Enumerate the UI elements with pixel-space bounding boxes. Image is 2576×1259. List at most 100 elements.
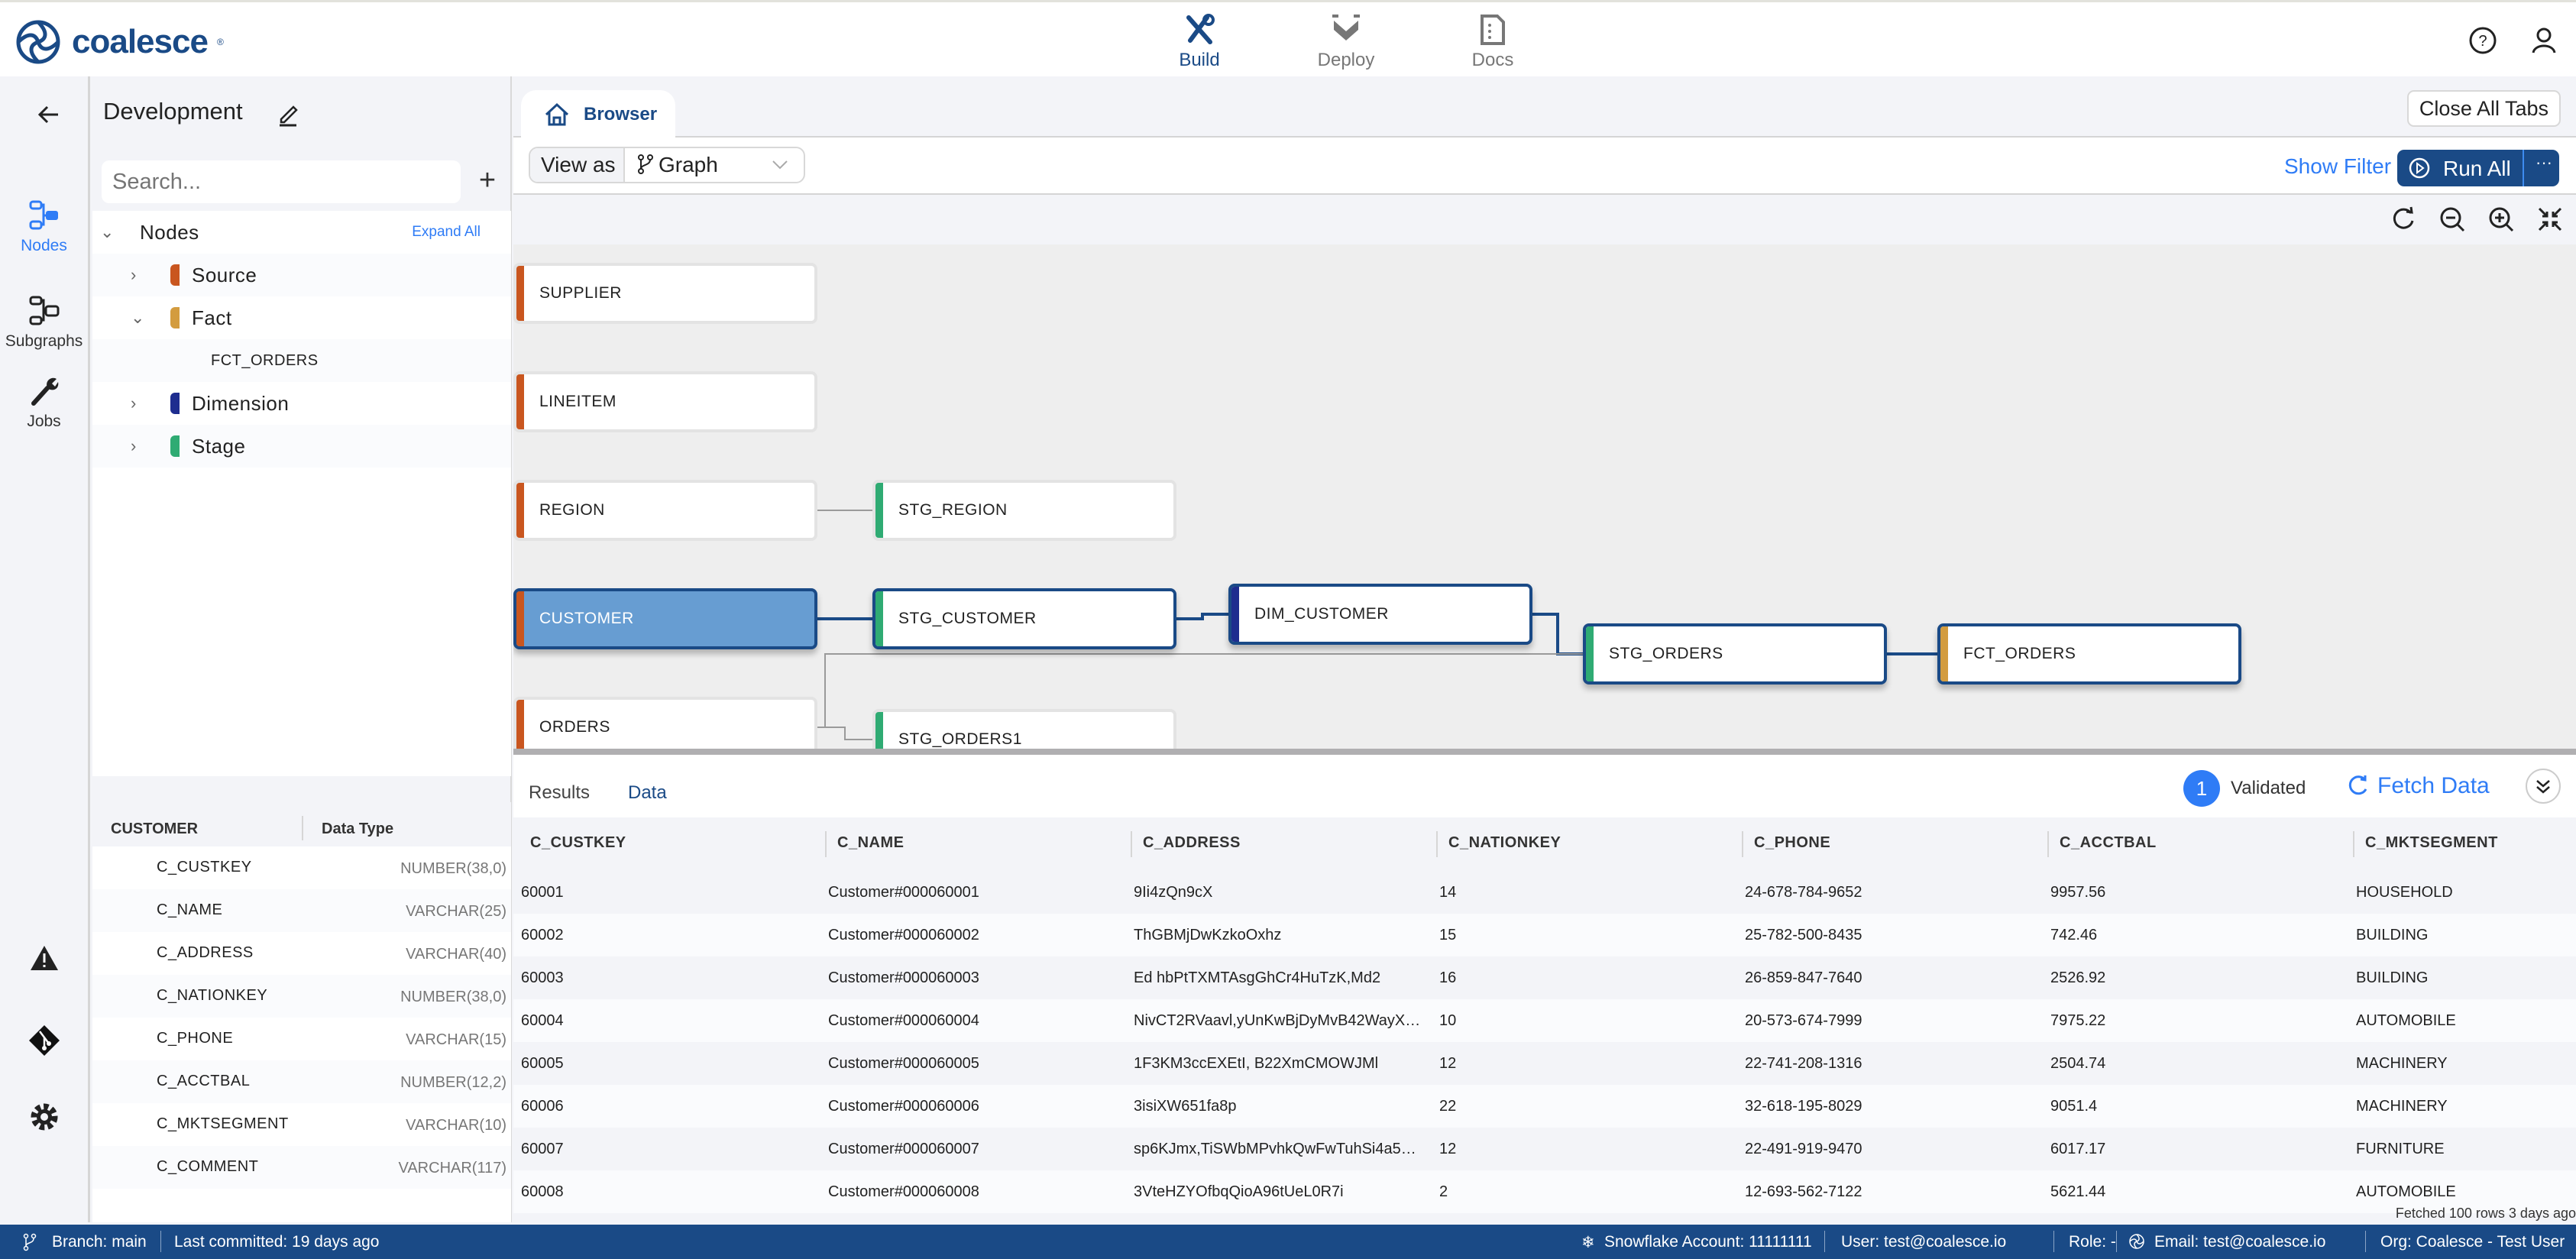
- tree-group-source[interactable]: › Source: [92, 254, 511, 296]
- column-row[interactable]: C_NATIONKEY NUMBER(38,0): [92, 975, 511, 1018]
- tree-group-label: Source: [192, 263, 257, 286]
- graph-node-supplier[interactable]: SUPPLIER: [513, 263, 817, 324]
- tree-root-nodes[interactable]: ⌄ Nodes Expand All: [92, 211, 511, 254]
- column-header[interactable]: C_MKTSEGMENT: [2365, 834, 2498, 852]
- refresh-icon[interactable]: [2388, 204, 2419, 235]
- column-resize-handle[interactable]: [825, 831, 827, 857]
- back-arrow-icon[interactable]: [34, 99, 64, 130]
- column-row[interactable]: C_ACCTBAL NUMBER(12,2): [92, 1060, 511, 1103]
- table-row[interactable]: 60008 Customer#000060008 3VteHZYOfbqQioA96…: [513, 1170, 2576, 1213]
- graph-node-lineitem[interactable]: LINEITEM: [513, 371, 817, 432]
- nav-tab-docs[interactable]: Docs: [1439, 13, 1546, 71]
- branch-status[interactable]: Branch: main: [52, 1233, 147, 1251]
- status-divider: [160, 1231, 161, 1252]
- column-row[interactable]: C_ADDRESS VARCHAR(40): [92, 932, 511, 975]
- edit-pencil-icon[interactable]: [275, 101, 301, 127]
- fetch-data-button[interactable]: Fetch Data: [2347, 773, 2490, 799]
- column-header[interactable]: C_NATIONKEY: [1448, 834, 1561, 852]
- node-type-color-swatch: [170, 264, 180, 286]
- chevron-right-icon[interactable]: ›: [131, 436, 136, 456]
- chevron-right-icon[interactable]: ›: [131, 393, 136, 413]
- coalesce-logo-icon: [16, 20, 60, 64]
- fit-view-icon[interactable]: [2535, 204, 2565, 235]
- column-divider[interactable]: [302, 816, 303, 840]
- column-header[interactable]: C_ACCTBAL: [2060, 834, 2157, 852]
- table-row[interactable]: 60001 Customer#000060001 9Ii4zQn9cX 14 24-67…: [513, 871, 2576, 914]
- tree-node-fct-orders[interactable]: FCT_ORDERS: [92, 339, 511, 382]
- table-row[interactable]: 60004 Customer#000060004 NivCT2RVaavl,yUnK…: [513, 999, 2576, 1042]
- graph-node-customer[interactable]: CUSTOMER: [513, 588, 817, 649]
- tab-browser[interactable]: Browser: [521, 90, 675, 139]
- close-all-tabs-button[interactable]: Close All Tabs: [2406, 90, 2561, 127]
- column-row[interactable]: C_MKTSEGMENT VARCHAR(10): [92, 1103, 511, 1146]
- view-as-value[interactable]: Graph: [625, 148, 804, 182]
- tree-group-stage[interactable]: › Stage: [92, 425, 511, 468]
- graph-canvas[interactable]: SUPPLIER LINEITEM REGION CUSTOMER ORDERS STG_…: [513, 244, 2576, 749]
- column-row[interactable]: C_COMMENT VARCHAR(117): [92, 1146, 511, 1189]
- table-cell: 12-693-562-7122: [1745, 1183, 1862, 1200]
- table-row[interactable]: 60003 Customer#000060003 Ed hbPtTXMTAsgGhC…: [513, 956, 2576, 999]
- table-row[interactable]: 60005 Customer#000060005 1F3KM3ccEXEtI, B2…: [513, 1042, 2576, 1085]
- expand-all-link[interactable]: Expand All: [412, 224, 481, 241]
- help-icon[interactable]: ?: [2468, 25, 2498, 56]
- column-header[interactable]: C_CUSTKEY: [530, 834, 626, 852]
- rail-item-jobs[interactable]: Jobs: [0, 374, 88, 431]
- graph-node-orders[interactable]: ORDERS: [513, 697, 817, 749]
- table-cell: 24-678-784-9652: [1745, 884, 1862, 901]
- git-icon[interactable]: [28, 1024, 61, 1057]
- run-all-label: Run All: [2443, 157, 2511, 180]
- column-name: C_ACCTBAL: [157, 1073, 251, 1089]
- zoom-in-icon[interactable]: [2486, 204, 2516, 235]
- column-header[interactable]: C_PHONE: [1754, 834, 1830, 852]
- chevron-right-icon[interactable]: ›: [131, 265, 136, 285]
- add-node-button[interactable]: +: [474, 164, 501, 197]
- tree-group-fact[interactable]: ⌄ Fact: [92, 296, 511, 339]
- column-resize-handle[interactable]: [1436, 831, 1438, 857]
- column-row[interactable]: C_CUSTKEY NUMBER(38,0): [92, 846, 511, 889]
- coalesce-logo[interactable]: coalesce ®: [14, 18, 224, 66]
- column-header[interactable]: C_NAME: [837, 834, 904, 852]
- graph-node-stg-orders[interactable]: STG_ORDERS: [1583, 623, 1887, 685]
- column-resize-handle[interactable]: [1742, 831, 1743, 857]
- rail-item-subgraphs[interactable]: Subgraphs: [0, 294, 88, 351]
- run-options-button[interactable]: ···: [2529, 153, 2559, 173]
- column-row[interactable]: C_NAME VARCHAR(25): [92, 889, 511, 932]
- graph-node-stg-customer[interactable]: STG_CUSTOMER: [872, 588, 1176, 649]
- column-resize-handle[interactable]: [2047, 831, 2049, 857]
- graph-node-dim-customer[interactable]: DIM_CUSTOMER: [1228, 584, 1532, 645]
- search-input[interactable]: [102, 160, 461, 203]
- panel-resize-handle[interactable]: [513, 749, 2576, 755]
- view-as-select[interactable]: View as Graph: [529, 147, 805, 183]
- tree-group-dimension[interactable]: › Dimension: [92, 382, 511, 425]
- settings-icon[interactable]: [28, 1100, 61, 1134]
- column-row[interactable]: C_PHONE VARCHAR(15): [92, 1018, 511, 1060]
- rail-item-nodes[interactable]: Nodes: [0, 199, 88, 255]
- graph-node-label: SUPPLIER: [539, 284, 622, 302]
- graph-node-fct-orders[interactable]: FCT_ORDERS: [1937, 623, 2241, 685]
- graph-node-stg-orders1[interactable]: STG_ORDERS1: [872, 709, 1176, 749]
- nav-tab-deploy[interactable]: Deploy: [1293, 13, 1400, 71]
- collapse-panel-button[interactable]: [2526, 769, 2561, 804]
- run-all-button[interactable]: Run All ···: [2397, 150, 2559, 186]
- tab-data[interactable]: Data: [628, 782, 667, 822]
- chevron-down-icon[interactable]: ⌄: [100, 222, 114, 242]
- column-header[interactable]: C_ADDRESS: [1143, 834, 1241, 852]
- table-cell: 60008: [521, 1183, 564, 1200]
- warning-icon[interactable]: [28, 941, 61, 975]
- user-icon[interactable]: [2529, 25, 2559, 56]
- graph-node-stg-region[interactable]: STG_REGION: [872, 480, 1176, 541]
- chevron-down-icon[interactable]: ⌄: [131, 308, 144, 328]
- column-resize-handle[interactable]: [2353, 831, 2354, 857]
- zoom-out-icon[interactable]: [2437, 204, 2468, 235]
- table-row[interactable]: 60007 Customer#000060007 sp6KJmx,TiSWbMPvh…: [513, 1128, 2576, 1170]
- column-data-type: VARCHAR(25): [406, 903, 506, 920]
- nav-tab-label: Build: [1179, 50, 1220, 70]
- show-filter-link[interactable]: Show Filter: [2284, 154, 2391, 179]
- tab-results[interactable]: Results: [529, 782, 590, 804]
- table-row[interactable]: 60006 Customer#000060006 3isiXW651fa8p 22 32…: [513, 1085, 2576, 1128]
- column-resize-handle[interactable]: [1131, 831, 1132, 857]
- table-row[interactable]: 60002 Customer#000060002 ThGBMjDwKzkoOxhz 1…: [513, 914, 2576, 956]
- nav-tab-build[interactable]: Build: [1146, 13, 1253, 71]
- fetch-data-label: Fetch Data: [2377, 773, 2490, 798]
- graph-node-region[interactable]: REGION: [513, 480, 817, 541]
